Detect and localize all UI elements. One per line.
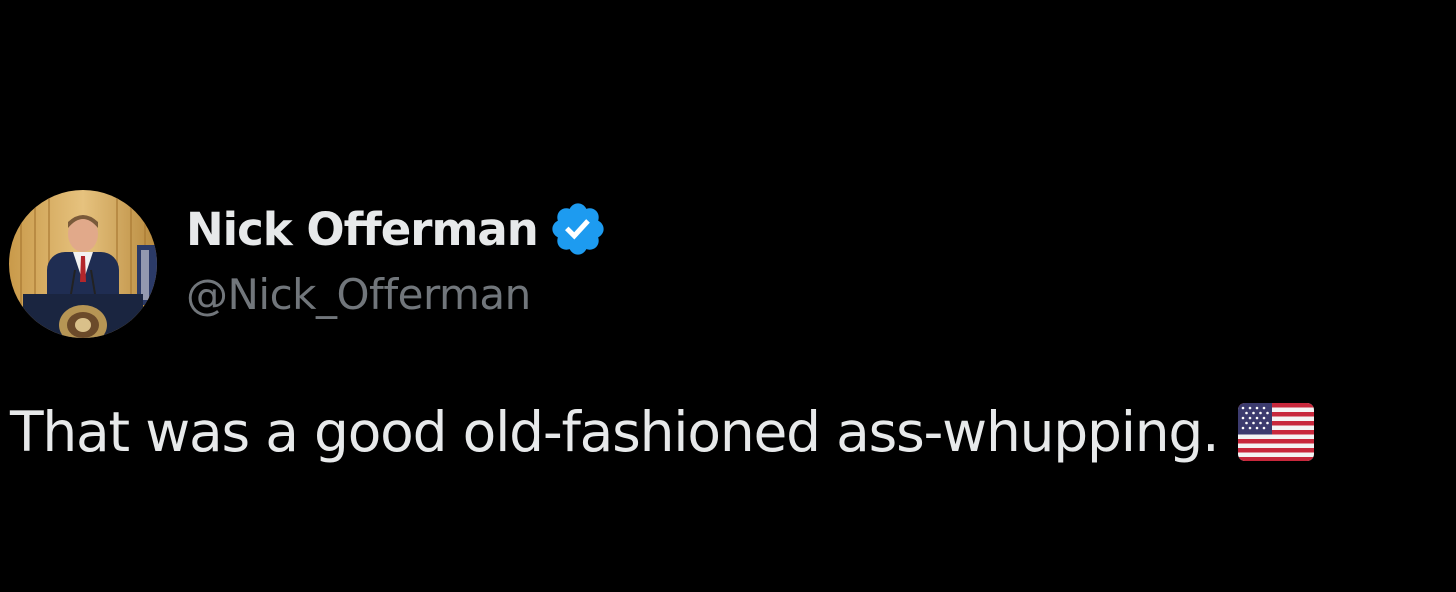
author-avatar[interactable] (9, 190, 157, 338)
avatar-photo-icon (9, 190, 157, 338)
tweet-card: Nick Offerman @Nick_Offerman That was a … (0, 0, 1456, 592)
verified-badge-icon (552, 203, 604, 255)
tweet-text: That was a good old-fashioned ass-whuppi… (10, 400, 1220, 464)
tweet-body: That was a good old-fashioned ass-whuppi… (10, 392, 1315, 472)
author-handle[interactable]: @Nick_Offerman (186, 270, 531, 319)
us-flag-icon (1238, 403, 1315, 461)
author-name-row: Nick Offerman (186, 194, 608, 264)
author-display-name[interactable]: Nick Offerman (186, 203, 539, 256)
